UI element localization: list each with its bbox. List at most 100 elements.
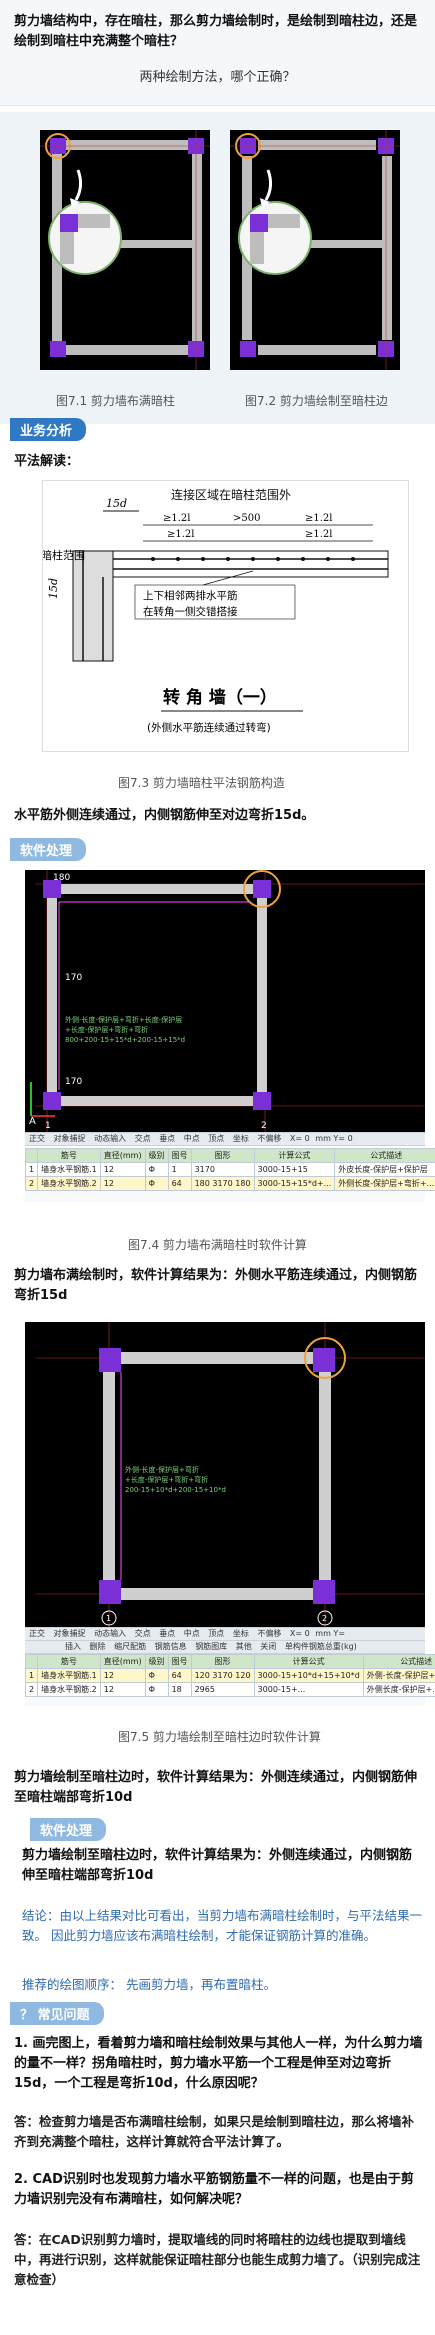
- drawing-top-label: 连接区域在暗柱范围外: [171, 487, 291, 502]
- tb1-snap[interactable]: 对象捕捉: [54, 1134, 86, 1143]
- tb1-ortho[interactable]: 正交: [29, 1134, 45, 1143]
- table2-header: 筋号 直径(mm) 级别 图号 图形 计算公式 公式描述: [24, 1654, 435, 1669]
- page: { "question": { "title": "剪力墙结构中，存在暗柱，那么…: [0, 0, 435, 2335]
- result-2: 剪力墙绘制至暗柱边时，软件计算结果为：外侧连续通过，内侧钢筋伸至暗柱端部弯折10…: [14, 1770, 418, 1805]
- rebar-table-1-wrap: 筋号 直径(mm) 级别 图号 图形 计算公式 公式描述 1 墙身水平钢筋.1 …: [24, 1148, 435, 1202]
- tb2-x-label: X=: [289, 1629, 303, 1638]
- tb2-y-label: mm Y=: [315, 1629, 346, 1638]
- tb1-nooffset[interactable]: 不偏移: [257, 1134, 281, 1143]
- question-sub: 两种绘制方法，哪个正确？: [139, 70, 296, 85]
- tb2b-delete[interactable]: 删除: [90, 1642, 106, 1651]
- tb2-nooffset[interactable]: 不偏移: [257, 1629, 281, 1638]
- t1-r0-c5: 3170: [190, 1162, 255, 1177]
- tb2-perp[interactable]: 垂点: [159, 1629, 175, 1638]
- cad1-axis-a: A: [29, 1116, 36, 1127]
- t1-r1-c5: 180 3170 180: [190, 1176, 255, 1191]
- corner-wall-detail-svg: 连接区域在暗柱范围外 15d ≥1.2l >500 ≥1.2l ≥1.2l ≥1…: [41, 487, 389, 734]
- fig74-caption: 图7.4 剪力墙布满暗柱时软件计算: [128, 1238, 307, 1252]
- tb2-ortho[interactable]: 正交: [29, 1629, 45, 1638]
- t2-r1-c6: 3000-15+...: [253, 1682, 364, 1697]
- tb2-x-value[interactable]: 0: [305, 1629, 310, 1638]
- t1-r1-c0: 2: [24, 1176, 39, 1191]
- t2-h4: 图号: [167, 1654, 192, 1669]
- faq2-question: 2. CAD识别时也发现剪力墙水平筋钢筋量不一样的问题，也是由于剪力墙识别完没有…: [14, 2172, 414, 2207]
- wall-plan-edge: [230, 130, 400, 370]
- t2-h1: 筋号: [37, 1654, 101, 1669]
- t2-r1-c2: 12: [99, 1682, 146, 1697]
- tb1-intersect[interactable]: 交点: [135, 1134, 151, 1143]
- tb2-intersect[interactable]: 交点: [135, 1629, 151, 1638]
- tb2b-other[interactable]: 其他: [236, 1642, 252, 1651]
- tb1-y-label: mm Y=: [315, 1134, 346, 1143]
- tb1-dyninput[interactable]: 动态输入: [94, 1134, 126, 1143]
- tb2-snap[interactable]: 对象捕捉: [54, 1629, 86, 1638]
- t1-h7: 公式描述: [334, 1148, 435, 1163]
- tb2b-close[interactable]: 关闭: [260, 1642, 276, 1651]
- tb2-mid[interactable]: 中点: [184, 1629, 200, 1638]
- cad1-bottom-value: 170: [65, 1077, 82, 1087]
- cad-status-bar-2: 正交 对象捕捉 动态输入 交点 垂点 中点 顶点 坐标 不偏移 X= 0 mm …: [25, 1627, 425, 1641]
- t2-r0-c3: Φ: [144, 1668, 169, 1683]
- t2-h0: [24, 1654, 39, 1669]
- t1-r0-c1: 墙身水平钢筋.1: [37, 1162, 101, 1177]
- tb2b-insert[interactable]: 插入: [65, 1642, 81, 1651]
- cad-drawing-1: 180 170 外侧-长度-保护层+弯折+长度-保护层 +长度-保护层+弯折+弯…: [29, 870, 425, 1132]
- tb2b-info[interactable]: 钢筋信息: [155, 1642, 187, 1651]
- t2-r1-c5: 2965: [190, 1682, 255, 1697]
- table1-header: 筋号 直径(mm) 级别 图号 图形 计算公式 公式描述: [24, 1148, 435, 1163]
- fig71-caption: 图7.1 剪力墙布满暗柱: [56, 394, 175, 408]
- t1-h6: 计算公式: [253, 1148, 336, 1163]
- tb2b-library[interactable]: 钢筋图库: [195, 1642, 227, 1651]
- cad1-axis-2: 2: [261, 1121, 267, 1131]
- table-row[interactable]: 2 墙身水平钢筋.2 12 Φ 64 180 3170 180 3000-15+…: [24, 1176, 435, 1191]
- tb1-x-label: X=: [289, 1134, 303, 1143]
- t2-r1-c0: 2: [24, 1682, 39, 1697]
- rebar-table-1: 筋号 直径(mm) 级别 图号 图形 计算公式 公式描述 1 墙身水平钢筋.1 …: [24, 1148, 435, 1191]
- table-row[interactable]: 1 墙身水平钢筋.1 12 Φ 1 3170 3000-15+15 外皮长度-保…: [24, 1162, 435, 1177]
- tb2-dyninput[interactable]: 动态输入: [94, 1629, 126, 1638]
- tb2b-weight: 单构件钢筋总重(kg): [284, 1642, 357, 1651]
- t2-h6: 计算公式: [253, 1654, 364, 1669]
- question-title: 剪力墙结构中，存在暗柱，那么剪力墙绘制时，是绘制到暗柱边，还是绘制到暗柱中充满整…: [14, 14, 418, 49]
- t2-r0-c4: 64: [167, 1668, 192, 1683]
- t1-r0-c6: 3000-15+15: [253, 1162, 336, 1177]
- tb1-coord[interactable]: 坐标: [233, 1134, 249, 1143]
- t1-r1-c1: 墙身水平钢筋.2: [37, 1176, 101, 1191]
- tb1-vertex[interactable]: 顶点: [208, 1134, 224, 1143]
- t1-h0: [24, 1148, 39, 1163]
- table-row[interactable]: 1 墙身水平钢筋.1 12 Φ 64 120 3170 120 3000-15+…: [24, 1668, 435, 1683]
- t2-r0-c7: 外侧-长度-保护层+弯折+...: [362, 1668, 435, 1683]
- cad-view-1: 180 170 外侧-长度-保护层+弯折+长度-保护层 +长度-保护层+弯折+弯…: [25, 870, 425, 1132]
- fig73-caption: 图7.3 剪力墙暗柱平法钢筋构造: [118, 776, 285, 790]
- faq1-question: 1. 画完图上，看着剪力墙和暗柱绘制效果与其他人一样，为什么剪力墙的量不一样？拐…: [14, 2036, 423, 2091]
- tb1-mid[interactable]: 中点: [184, 1134, 200, 1143]
- tb2b-scale[interactable]: 缩尺配筋: [114, 1642, 146, 1651]
- tb2-vertex[interactable]: 顶点: [208, 1629, 224, 1638]
- cad1-formula1: 外侧-长度-保护层+弯折+长度-保护层: [65, 1015, 182, 1024]
- t2-r0-c6: 3000-15+10*d+15+10*d: [253, 1668, 364, 1683]
- table-row[interactable]: 2 墙身水平钢筋.2 12 Φ 18 2965 3000-15+... 外侧长度…: [24, 1682, 435, 1697]
- cad-status-bar-1: 正交 对象捕捉 动态输入 交点 垂点 中点 顶点 坐标 不偏移 X= 0 mm …: [25, 1132, 425, 1146]
- cad-figure-7-1: [40, 130, 210, 370]
- tb1-y-value[interactable]: 0: [348, 1134, 353, 1143]
- dim-e: ≥1.2l: [305, 529, 332, 540]
- t2-r1-c4: 18: [167, 1682, 192, 1697]
- t2-r0-c2: 12: [99, 1668, 146, 1683]
- t1-h3: 级别: [144, 1148, 169, 1163]
- cad2-formula3: 200-15+10*d+200-15+10*d: [125, 1486, 226, 1494]
- tb2-coord[interactable]: 坐标: [233, 1629, 249, 1638]
- t2-r1-c7: 外侧长度-保护层+...: [362, 1682, 435, 1697]
- cad2-axis-1: 1: [106, 1614, 111, 1623]
- t1-h2: 直径(mm): [99, 1148, 146, 1163]
- section-faq-tag: ？ 常见问题: [10, 2002, 104, 2025]
- tb1-perp[interactable]: 垂点: [159, 1134, 175, 1143]
- cad-view-2: 外侧-长度-保护层+弯折 +长度-保护层+弯折+弯折 200-15+10*d+2…: [25, 1322, 425, 1627]
- t1-r1-c7: 外侧长度-保护层+弯折+...: [334, 1176, 435, 1191]
- t1-h1: 筋号: [37, 1148, 101, 1163]
- rebar-table-2: 筋号 直径(mm) 级别 图号 图形 计算公式 公式描述 1 墙身水平钢筋.1 …: [24, 1654, 435, 1697]
- table-toolbar-2: 插入 删除 缩尺配筋 钢筋信息 钢筋图库 其他 关闭 单构件钢筋总重(kg): [25, 1640, 425, 1654]
- cad-figure-7-2: [230, 130, 400, 370]
- tb1-x-value[interactable]: 0: [305, 1134, 310, 1143]
- recommend: 推荐的绘图顺序： 先画剪力墙，再布置暗柱。: [22, 1977, 276, 1992]
- dim-b: >500: [233, 513, 260, 524]
